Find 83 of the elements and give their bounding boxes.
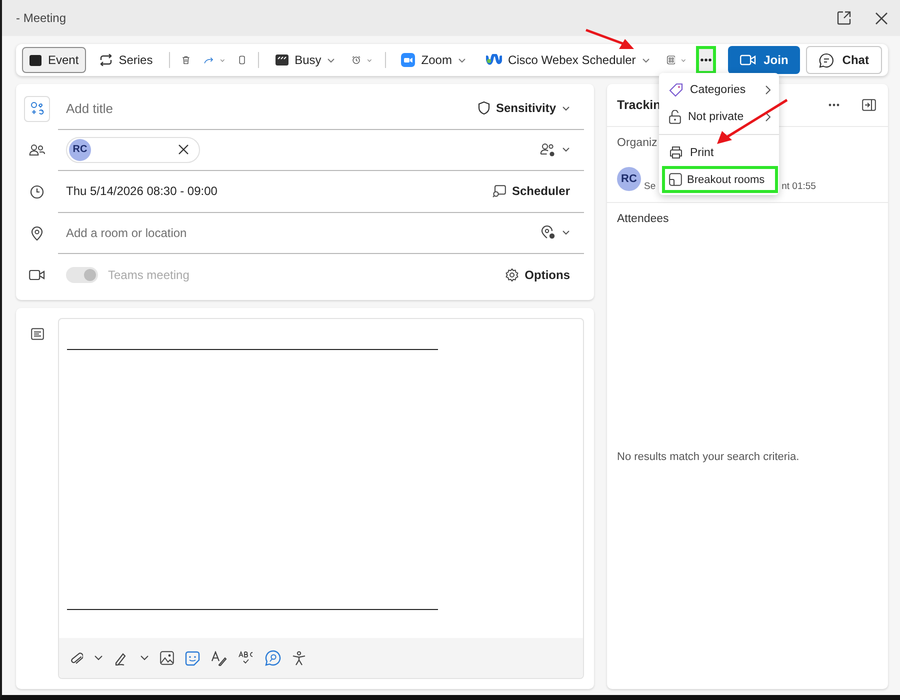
avatar: RC	[69, 138, 91, 161]
notes-icon	[30, 328, 44, 340]
accessibility-icon[interactable]	[292, 650, 306, 666]
spell-check-icon[interactable]	[238, 651, 254, 665]
window-title: - Meeting	[16, 11, 66, 25]
forward-icon[interactable]	[204, 54, 214, 66]
wave-logo-icon	[486, 54, 502, 66]
caret-icon[interactable]	[220, 58, 225, 62]
location-options-button[interactable]	[541, 225, 570, 240]
close-icon[interactable]	[875, 12, 888, 24]
chevron-right-icon	[765, 112, 771, 122]
busy-icon	[274, 54, 289, 66]
calendar-icon	[29, 54, 42, 66]
attendee-options-button[interactable]	[540, 142, 570, 157]
video-camera-icon	[401, 53, 416, 67]
avatar: RC	[617, 167, 641, 191]
caret-icon	[562, 230, 570, 236]
empty-message: No results match your search criteria.	[617, 451, 800, 463]
attendee-chip[interactable]: RC	[66, 136, 200, 163]
options-button[interactable]: Options	[504, 268, 570, 282]
people-gear-icon	[540, 142, 556, 157]
sensitivity-button[interactable]: Sensitivity	[478, 101, 570, 116]
join-button[interactable]: Join	[728, 46, 800, 74]
attendees-label: Attendees	[617, 213, 670, 225]
paperclip-icon[interactable]	[71, 650, 83, 666]
location-pin-icon	[31, 226, 43, 241]
arrow-annotation	[586, 28, 634, 49]
pop-out-icon[interactable]	[837, 11, 851, 25]
location-gear-icon	[541, 225, 556, 240]
response-time: nt 01:55	[782, 181, 816, 192]
image-icon[interactable]	[160, 651, 174, 665]
caret-icon[interactable]	[681, 58, 686, 62]
response-status: Se	[644, 181, 656, 192]
menu-item[interactable]: Print	[659, 139, 779, 166]
unlock-icon	[669, 110, 681, 124]
organizer-label: Organiz	[617, 137, 658, 149]
apps-icon[interactable]	[666, 53, 676, 67]
video-camera-icon	[740, 54, 756, 66]
caret-icon	[562, 147, 570, 152]
date-time-field[interactable]: Thu 5/14/2026 08:30 - 09:00	[66, 184, 492, 198]
printer-icon	[669, 146, 683, 159]
caret-icon	[562, 106, 570, 111]
sticker-icon[interactable]	[185, 650, 200, 666]
people-icon	[29, 144, 45, 156]
panel-title: Trackin	[617, 98, 661, 112]
add-in-button[interactable]: Cisco Webex Scheduler	[478, 47, 657, 73]
dock-panel-icon[interactable]	[862, 99, 876, 111]
menu-item[interactable]: Breakout rooms	[662, 166, 778, 193]
text-pen-icon[interactable]	[211, 650, 227, 666]
more-icon	[700, 58, 712, 62]
chevron-right-icon	[765, 84, 771, 94]
caret-icon	[642, 58, 650, 62]
close-icon[interactable]	[178, 144, 189, 156]
video-camera-icon	[29, 268, 45, 281]
more-button[interactable]	[696, 46, 716, 74]
scheduler-button[interactable]: Scheduler	[492, 184, 570, 198]
title-field[interactable]: Add title	[66, 96, 478, 120]
more-icon[interactable]	[828, 103, 840, 107]
chat-search-icon[interactable]	[265, 650, 281, 666]
caret-icon[interactable]	[94, 655, 103, 661]
add-in-button[interactable]: Zoom	[394, 47, 473, 73]
tag-icon	[669, 82, 683, 96]
scheduler-icon	[492, 184, 506, 198]
menu-item[interactable]: Categories	[659, 76, 779, 103]
chat-button[interactable]: Chat	[806, 46, 882, 74]
caret-icon[interactable]	[366, 58, 372, 62]
repeat-icon	[98, 54, 113, 66]
status-dropdown[interactable]: Busy	[268, 47, 342, 73]
teams-meeting-label: Teams meeting	[108, 268, 190, 282]
caret-icon	[458, 58, 466, 62]
clock-icon	[30, 184, 44, 199]
phone-icon[interactable]	[238, 53, 245, 67]
settings-icon	[504, 268, 519, 282]
caret-icon	[327, 58, 336, 62]
shield-icon	[478, 101, 490, 116]
category-icon[interactable]	[24, 96, 50, 122]
view-tab[interactable]: Series	[92, 47, 160, 73]
view-tab[interactable]: Event	[22, 47, 86, 73]
rooms-icon	[669, 173, 682, 186]
location-field[interactable]: Add a room or location	[66, 220, 541, 245]
menu-item[interactable]: Not private	[659, 103, 779, 130]
caret-icon[interactable]	[140, 655, 149, 661]
chat-bubble-icon	[819, 52, 834, 68]
